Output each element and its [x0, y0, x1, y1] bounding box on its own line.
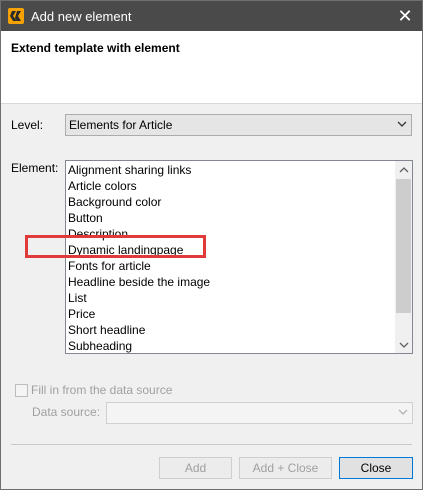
element-list-scrollbar[interactable] [395, 161, 412, 353]
close-window-button[interactable]: ✕ [388, 1, 422, 31]
scroll-down-button[interactable] [395, 336, 412, 353]
level-select-value: Elements for Article [69, 118, 173, 132]
fill-from-datasource-checkbox[interactable] [15, 384, 28, 397]
dialog-heading: Extend template with element [11, 41, 180, 55]
chevron-down-icon [395, 117, 409, 131]
window-title: Add new element [31, 9, 132, 24]
list-item[interactable]: Headline beside the image [68, 274, 210, 290]
element-label: Element: [11, 161, 59, 175]
footer-divider [11, 444, 412, 445]
add-element-dialog: Add new element ✕ Extend template with e… [0, 0, 423, 490]
title-bar: Add new element ✕ [1, 1, 422, 31]
datasource-select[interactable] [106, 402, 413, 424]
add-button[interactable]: Add [159, 457, 232, 479]
close-icon: ✕ [397, 5, 413, 26]
add-close-button[interactable]: Add + Close [239, 457, 332, 479]
list-item[interactable]: Article colors [68, 178, 137, 194]
list-item[interactable]: List [68, 290, 87, 306]
fill-from-datasource-label: Fill in from the data source [31, 383, 173, 397]
level-select[interactable]: Elements for Article [65, 114, 412, 136]
list-item[interactable]: Price [68, 306, 95, 322]
close-button[interactable]: Close [339, 457, 413, 479]
brand-app-icon [8, 8, 24, 24]
list-item[interactable]: Short headline [68, 322, 145, 338]
list-item[interactable]: Subheading [68, 338, 132, 353]
scrollbar-thumb[interactable] [396, 179, 411, 313]
chevron-down-icon [396, 405, 410, 419]
annotation-highlight-box [25, 235, 206, 258]
chevron-down-icon [399, 342, 408, 348]
list-item[interactable]: Background color [68, 194, 161, 210]
datasource-label: Data source: [32, 405, 101, 419]
chevron-up-icon [399, 166, 408, 172]
scroll-up-button[interactable] [395, 161, 412, 178]
level-label: Level: [11, 118, 44, 132]
list-item[interactable]: Button [68, 210, 103, 226]
dialog-header: Extend template with element [1, 31, 422, 104]
list-item[interactable]: Fonts for article [68, 258, 151, 274]
list-item[interactable]: Alignment sharing links [68, 162, 191, 178]
